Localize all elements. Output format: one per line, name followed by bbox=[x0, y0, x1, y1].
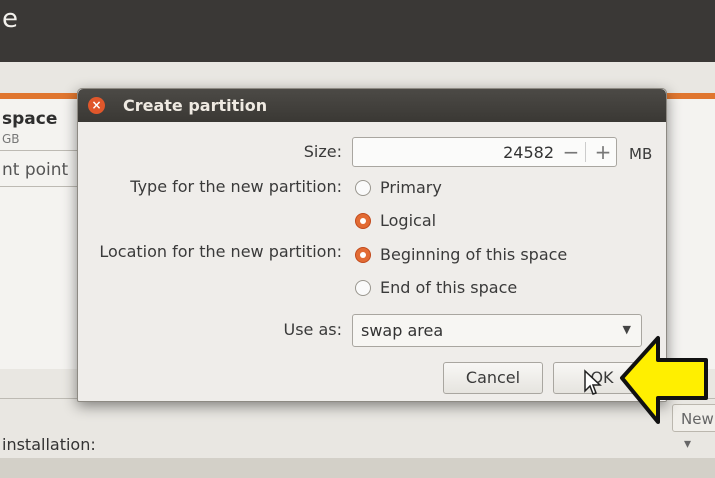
installer-titlebar: e bbox=[0, 0, 715, 62]
annotation-arrow-icon bbox=[620, 336, 708, 424]
dialog-titlebar: × Create partition bbox=[78, 89, 666, 122]
installer-title: e bbox=[2, 4, 18, 34]
free-space-heading: space bbox=[2, 109, 58, 129]
end-option-label[interactable]: End of this space bbox=[380, 278, 517, 297]
end-radio[interactable] bbox=[355, 280, 371, 296]
increase-size-button[interactable]: + bbox=[589, 140, 617, 164]
create-partition-dialog: × Create partition Size: 24582 − + MB Ty… bbox=[77, 88, 667, 402]
beginning-radio[interactable] bbox=[355, 247, 371, 263]
mount-point-column-header: nt point bbox=[2, 160, 69, 180]
use-as-value: swap area bbox=[361, 321, 444, 340]
cancel-button[interactable]: Cancel bbox=[443, 362, 543, 394]
divider bbox=[0, 150, 80, 151]
divider bbox=[0, 186, 80, 187]
primary-radio[interactable] bbox=[355, 180, 371, 196]
size-input[interactable]: 24582 − + bbox=[352, 137, 617, 167]
use-as-select[interactable]: swap area ▼ bbox=[352, 314, 642, 347]
mouse-pointer-icon bbox=[584, 369, 602, 395]
beginning-option-label[interactable]: Beginning of this space bbox=[380, 245, 567, 264]
installer-bottom-field[interactable] bbox=[0, 458, 715, 478]
partition-type-label: Type for the new partition: bbox=[130, 177, 342, 196]
stepper-divider bbox=[585, 142, 586, 162]
boot-loader-label: installation: bbox=[2, 435, 96, 454]
partition-location-label: Location for the new partition: bbox=[99, 242, 342, 261]
use-as-label: Use as: bbox=[283, 320, 342, 339]
close-icon[interactable]: × bbox=[88, 97, 105, 114]
size-value: 24582 bbox=[503, 143, 554, 162]
decrease-size-button[interactable]: − bbox=[557, 140, 585, 164]
dialog-title: Create partition bbox=[123, 96, 268, 115]
free-space-size: GB bbox=[2, 132, 20, 146]
logical-radio[interactable] bbox=[355, 213, 371, 229]
size-label: Size: bbox=[303, 142, 342, 161]
primary-option-label[interactable]: Primary bbox=[380, 178, 442, 197]
size-unit: MB bbox=[629, 145, 653, 163]
logical-option-label[interactable]: Logical bbox=[380, 211, 436, 230]
chevron-down-icon[interactable]: ▾ bbox=[684, 436, 691, 452]
